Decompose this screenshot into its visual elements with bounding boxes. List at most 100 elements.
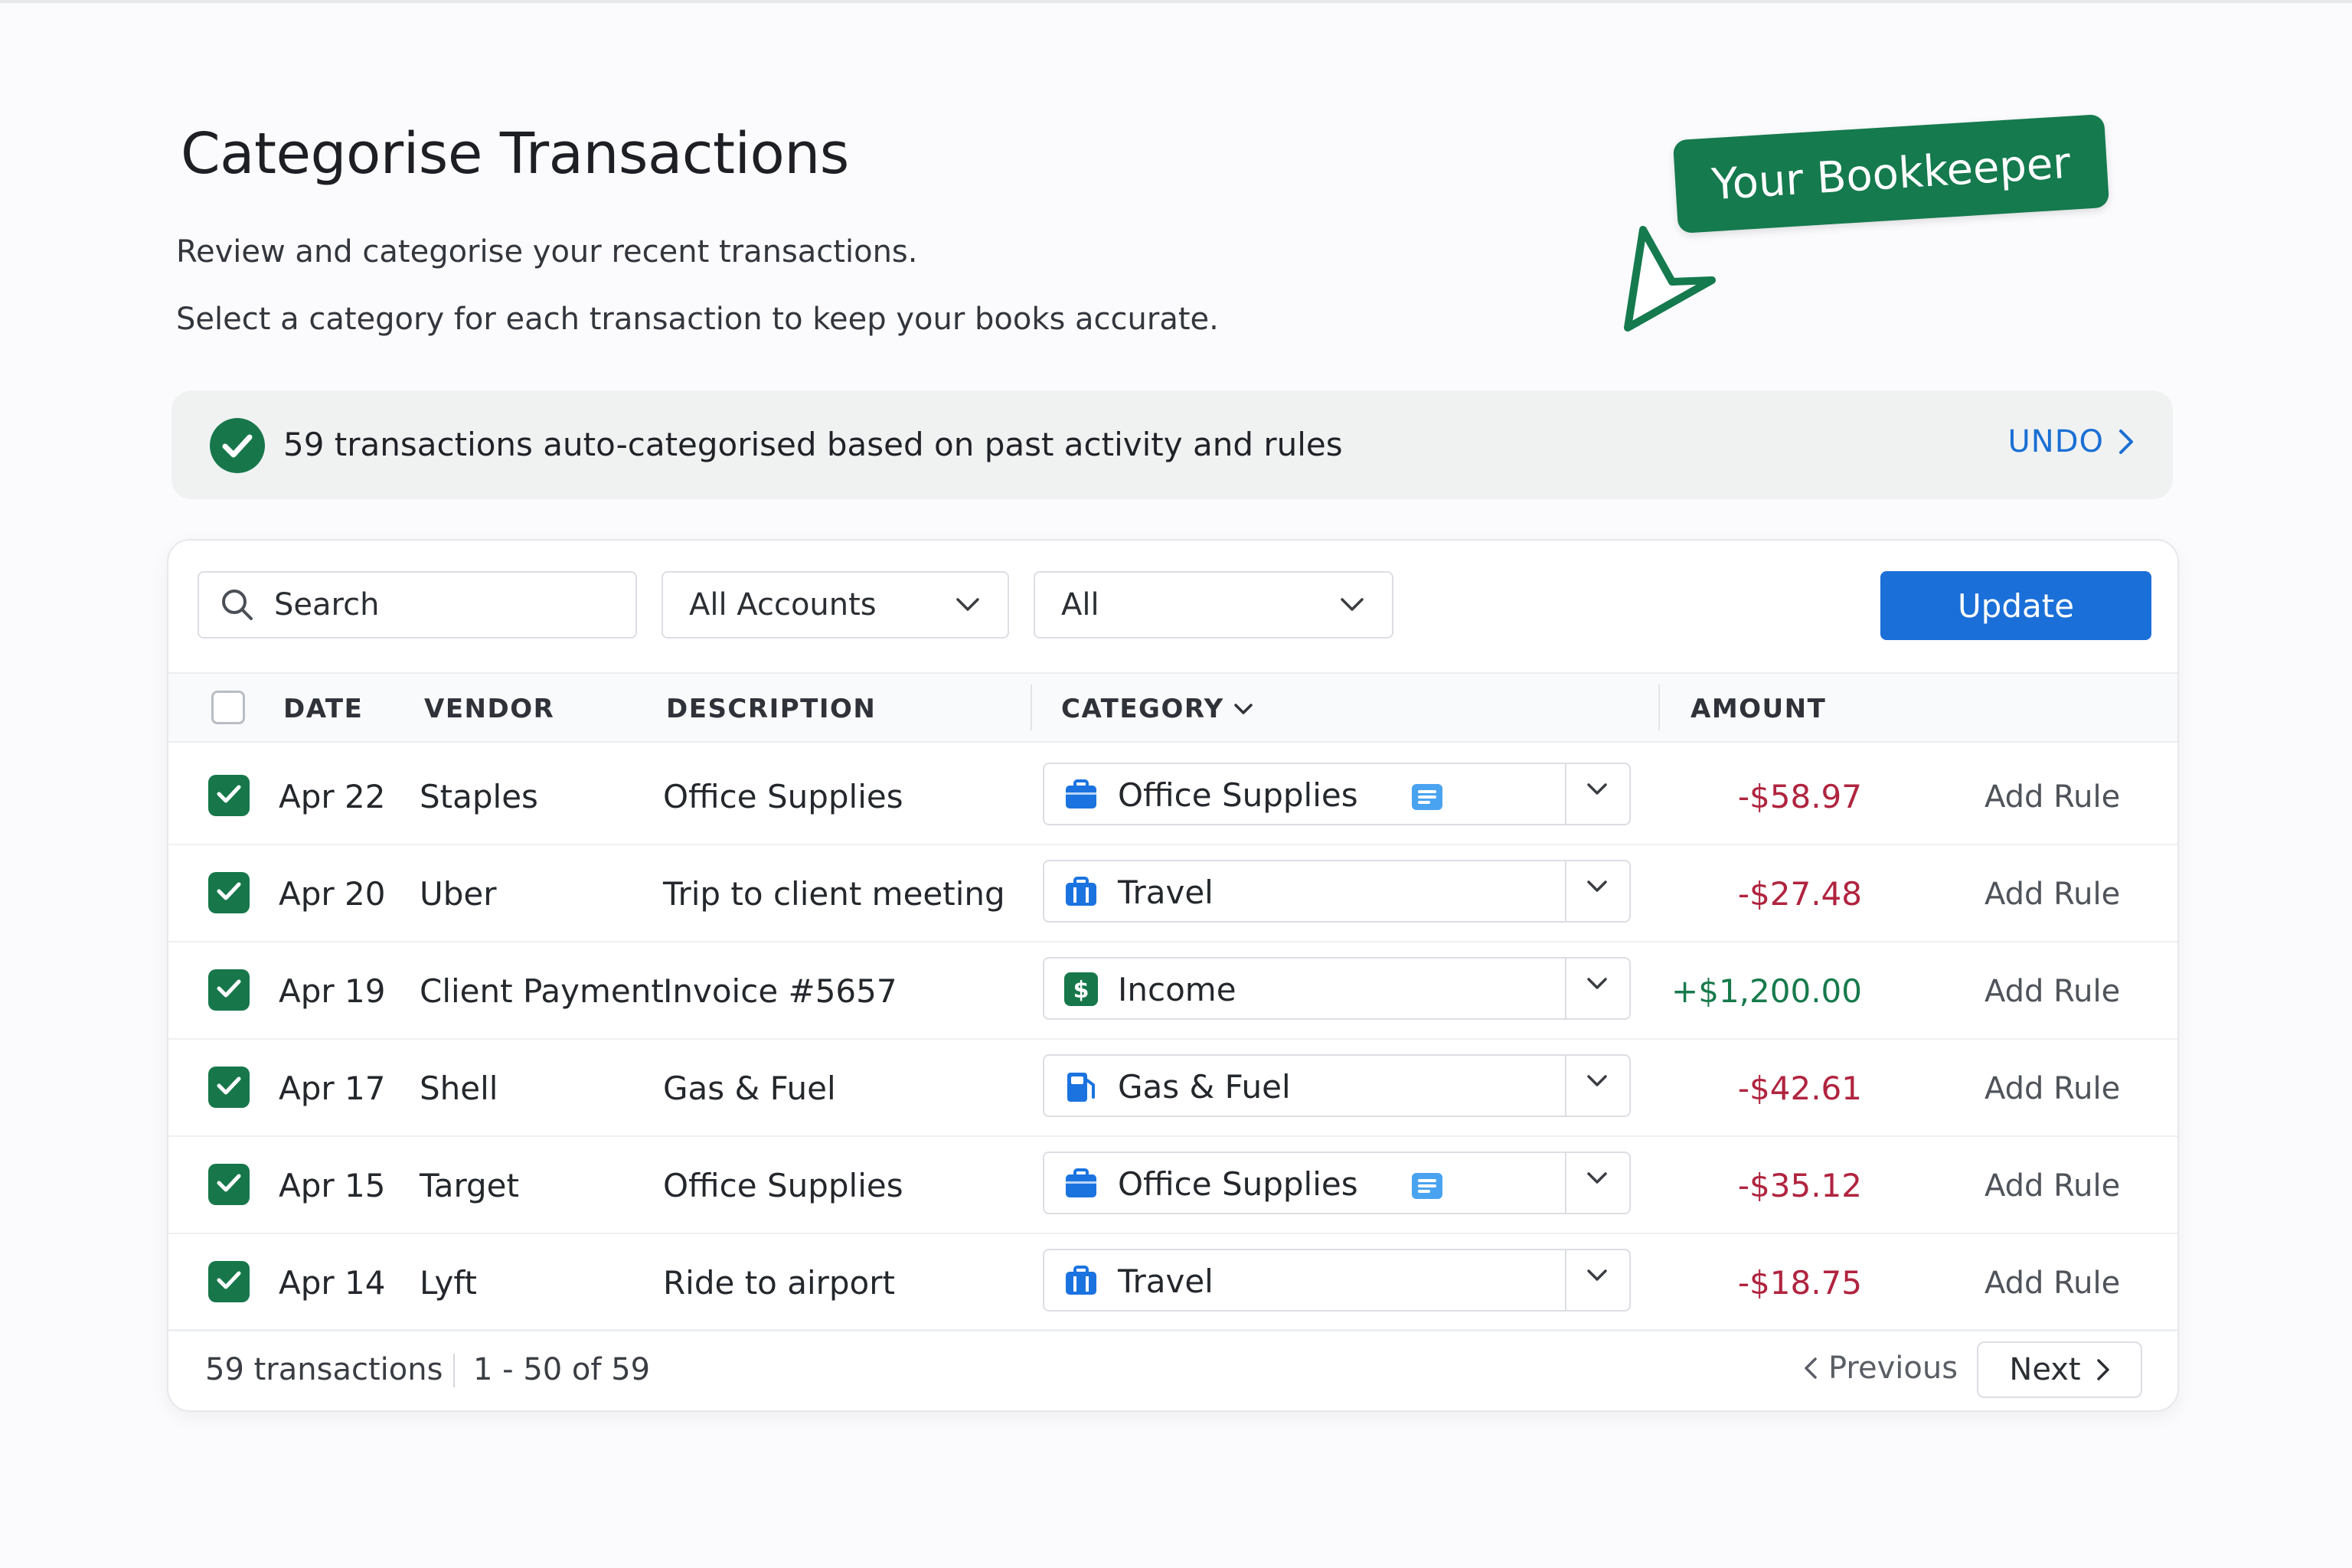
auto-categorised-banner: 59 transactions auto-categorised based o… (172, 390, 2173, 499)
category-value: Travel (1118, 1263, 1214, 1300)
transaction-amount: -$58.97 (1737, 778, 1862, 815)
success-check-icon (210, 418, 265, 473)
transaction-amount: -$18.75 (1737, 1264, 1862, 1302)
chevron-down-icon (956, 598, 979, 611)
category-value: Travel (1118, 874, 1214, 911)
transaction-amount: +$1,200.00 (1671, 972, 1862, 1010)
page-title: Categorise Transactions (181, 121, 849, 187)
transaction-date: Apr 14 (279, 1264, 386, 1302)
transaction-date: Apr 22 (279, 778, 386, 815)
add-rule-button[interactable]: Add Rule (1984, 877, 2120, 912)
filter-dropdown-value: All (1061, 587, 1099, 622)
fuel-pump-icon (1064, 1070, 1098, 1103)
undo-label: UNDO (2007, 424, 2104, 459)
dropdown-divider (1565, 1056, 1566, 1116)
transaction-description: Office Supplies (663, 778, 903, 815)
table-row: Apr 22 Staples Office Supplies Office Suppl… (168, 749, 2177, 845)
select-all-checkbox[interactable] (211, 691, 245, 724)
row-checkbox[interactable] (208, 872, 250, 913)
filter-dropdown[interactable]: All (1034, 571, 1393, 639)
bookkeeper-tag: Your Bookkeeper (1672, 113, 2110, 234)
row-checkbox[interactable] (208, 1067, 250, 1108)
check-icon (216, 1075, 242, 1099)
transaction-vendor: Staples (420, 778, 538, 815)
chevron-down-icon (1586, 1269, 1608, 1285)
chevron-right-icon (2096, 1359, 2109, 1380)
transaction-vendor: Target (420, 1167, 519, 1204)
previous-page-button[interactable]: Previous (1804, 1351, 1958, 1386)
chevron-down-icon (1586, 977, 1608, 994)
transaction-description: Invoice #5657 (663, 972, 897, 1010)
category-column-header[interactable]: CATEGORY (1061, 694, 1253, 724)
date-column-header[interactable]: DATE (283, 694, 363, 724)
add-rule-button[interactable]: Add Rule (1984, 1266, 2120, 1301)
rule-note-icon (1412, 784, 1442, 813)
add-rule-button[interactable]: Add Rule (1984, 1168, 2120, 1204)
transaction-description: Ride to airport (663, 1264, 895, 1302)
transaction-description: Gas & Fuel (663, 1070, 836, 1107)
category-dropdown[interactable]: Office Supplies (1043, 1152, 1631, 1214)
transaction-amount: -$42.61 (1737, 1070, 1862, 1107)
briefcase-icon (1064, 778, 1098, 812)
undo-button[interactable]: UNDO (2008, 424, 2135, 459)
transaction-date: Apr 17 (279, 1070, 386, 1107)
dollar-icon: $ (1064, 972, 1098, 1006)
category-value: Income (1118, 971, 1236, 1008)
row-checkbox[interactable] (208, 1261, 250, 1302)
add-rule-button[interactable]: Add Rule (1984, 1071, 2120, 1106)
dropdown-divider (1565, 1153, 1566, 1213)
chevron-down-icon (1586, 782, 1608, 799)
transaction-date: Apr 15 (279, 1167, 386, 1204)
category-dropdown[interactable]: Travel (1043, 860, 1631, 923)
next-label: Next (2009, 1352, 2081, 1387)
amount-column-header[interactable]: AMOUNT (1690, 694, 1826, 724)
category-column-label: CATEGORY (1061, 694, 1224, 724)
category-value: Office Supplies (1118, 776, 1358, 814)
svg-text:$: $ (1073, 977, 1089, 1004)
transaction-amount: -$27.48 (1737, 875, 1862, 913)
rule-note-icon (1412, 1173, 1442, 1202)
table-header: DATE VENDOR DESCRIPTION CATEGORY AMOUNT (168, 672, 2177, 743)
table-row: Apr 20 Uber Trip to client meeting Travel -$… (168, 846, 2177, 942)
update-button[interactable]: Update (1880, 571, 2151, 640)
add-rule-button[interactable]: Add Rule (1984, 779, 2120, 815)
transaction-description: Trip to client meeting (663, 875, 1005, 913)
accounts-dropdown[interactable]: All Accounts (662, 571, 1009, 639)
category-dropdown[interactable]: Travel (1043, 1249, 1631, 1312)
previous-label: Previous (1828, 1351, 1958, 1386)
check-icon (216, 880, 242, 905)
row-checkbox[interactable] (208, 969, 250, 1011)
page-instructions: Select a category for each transaction t… (176, 302, 1219, 337)
vendor-column-header[interactable]: VENDOR (424, 694, 554, 724)
category-dropdown[interactable]: Office Supplies (1043, 763, 1631, 825)
next-page-button[interactable]: Next (1977, 1341, 2142, 1398)
search-field[interactable] (198, 571, 637, 639)
transaction-vendor: Shell (420, 1070, 498, 1107)
column-divider (1658, 684, 1660, 730)
transaction-amount: -$35.12 (1737, 1167, 1862, 1204)
table-row: Apr 17 Shell Gas & Fuel Gas & Fuel -$42.61 Ad… (168, 1040, 2177, 1137)
description-column-header[interactable]: DESCRIPTION (666, 694, 876, 724)
top-border (0, 0, 2352, 3)
transaction-vendor: Client Payment (420, 972, 664, 1010)
category-dropdown[interactable]: Gas & Fuel (1043, 1054, 1631, 1117)
category-value: Office Supplies (1118, 1165, 1358, 1203)
add-rule-button[interactable]: Add Rule (1984, 974, 2120, 1009)
chevron-down-icon (1586, 1074, 1608, 1091)
banner-message: 59 transactions auto-categorised based o… (283, 426, 1343, 463)
page-subtitle: Review and categorise your recent transa… (176, 234, 918, 270)
accounts-dropdown-value: All Accounts (689, 587, 877, 622)
dropdown-divider (1565, 861, 1566, 921)
search-input[interactable] (274, 587, 596, 622)
row-checkbox[interactable] (208, 1164, 250, 1205)
page-range: 1 - 50 of 59 (473, 1352, 651, 1387)
dropdown-divider (1565, 764, 1566, 824)
dropdown-divider (1565, 1250, 1566, 1310)
check-icon (216, 1172, 242, 1197)
footer-divider (453, 1354, 455, 1387)
chevron-right-icon (2119, 430, 2133, 454)
row-checkbox[interactable] (208, 775, 250, 816)
category-dropdown[interactable]: $ Income (1043, 957, 1631, 1020)
table-row: Apr 19 Client Payment Invoice #5657 $ Income… (168, 943, 2177, 1040)
column-divider (1031, 684, 1032, 730)
